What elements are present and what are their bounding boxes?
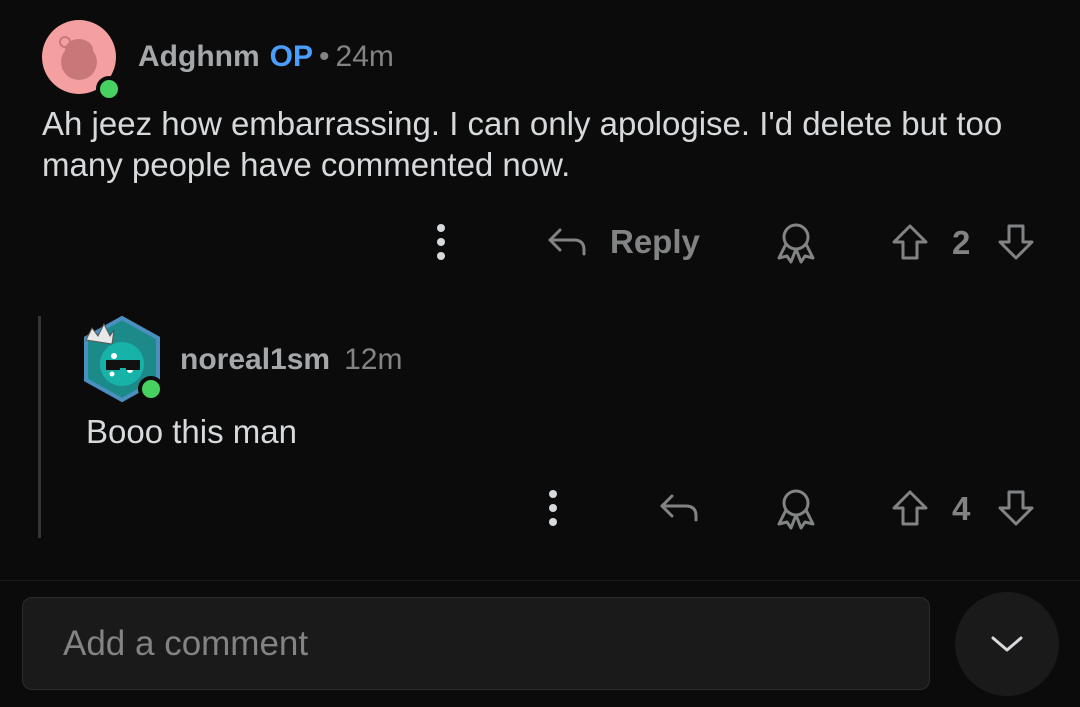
upvote-button[interactable] — [890, 488, 930, 528]
vote-count: 2 — [952, 224, 970, 262]
downvote-arrow-icon — [998, 224, 1034, 260]
comment-meta: Adghnm OP • 24m — [138, 40, 394, 74]
kebab-menu-icon — [549, 490, 557, 526]
award-button[interactable] — [774, 486, 818, 530]
chevron-down-icon — [991, 636, 1023, 652]
add-comment-input[interactable]: Add a comment — [22, 597, 930, 690]
comment-body: Booo this man — [86, 413, 297, 450]
comment-timestamp: 12m — [344, 343, 403, 376]
add-comment-placeholder: Add a comment — [63, 624, 309, 663]
award-icon — [777, 223, 815, 264]
upvote-arrow-icon — [892, 224, 928, 260]
more-options-button[interactable] — [538, 488, 568, 528]
reply-arrow-icon — [548, 228, 586, 256]
vote-score: 2 — [952, 224, 971, 261]
more-options-button[interactable] — [426, 222, 456, 262]
username[interactable]: Adghnm — [138, 40, 260, 73]
online-status-dot — [96, 76, 122, 102]
kebab-menu-icon — [437, 224, 445, 260]
comment-noreal1sm: noreal1sm 12m Booo this man 4 — [0, 300, 1080, 560]
downvote-button[interactable] — [996, 488, 1036, 528]
downvote-arrow-icon — [998, 490, 1034, 526]
vote-count: 4 — [952, 490, 970, 528]
vote-score: 4 — [952, 490, 971, 527]
comment-adghnm: Adghnm OP • 24m Ah jeez how embarrassing. I… — [0, 0, 1080, 300]
username[interactable]: noreal1sm — [180, 343, 330, 376]
online-status-dot — [138, 376, 164, 402]
comment-timestamp: 24m — [335, 40, 394, 73]
comment-body: Ah jeez how embarrassing. I can only apo… — [42, 105, 1003, 183]
downvote-button[interactable] — [996, 222, 1036, 262]
upvote-button[interactable] — [890, 222, 930, 262]
collapse-button[interactable] — [955, 592, 1059, 696]
reply-button[interactable]: Reply — [546, 222, 700, 262]
reply-label: Reply — [610, 223, 700, 260]
comment-thread-page: Adghnm OP • 24m Ah jeez how embarrassing. I… — [0, 0, 1080, 707]
reply-button[interactable] — [658, 488, 702, 528]
comment-meta: noreal1sm 12m — [180, 343, 402, 377]
award-icon — [777, 489, 815, 530]
op-badge: OP — [269, 40, 313, 73]
meta-separator: • — [319, 40, 330, 73]
award-button[interactable] — [774, 220, 818, 264]
reply-arrow-icon — [660, 494, 698, 522]
upvote-arrow-icon — [892, 490, 928, 526]
